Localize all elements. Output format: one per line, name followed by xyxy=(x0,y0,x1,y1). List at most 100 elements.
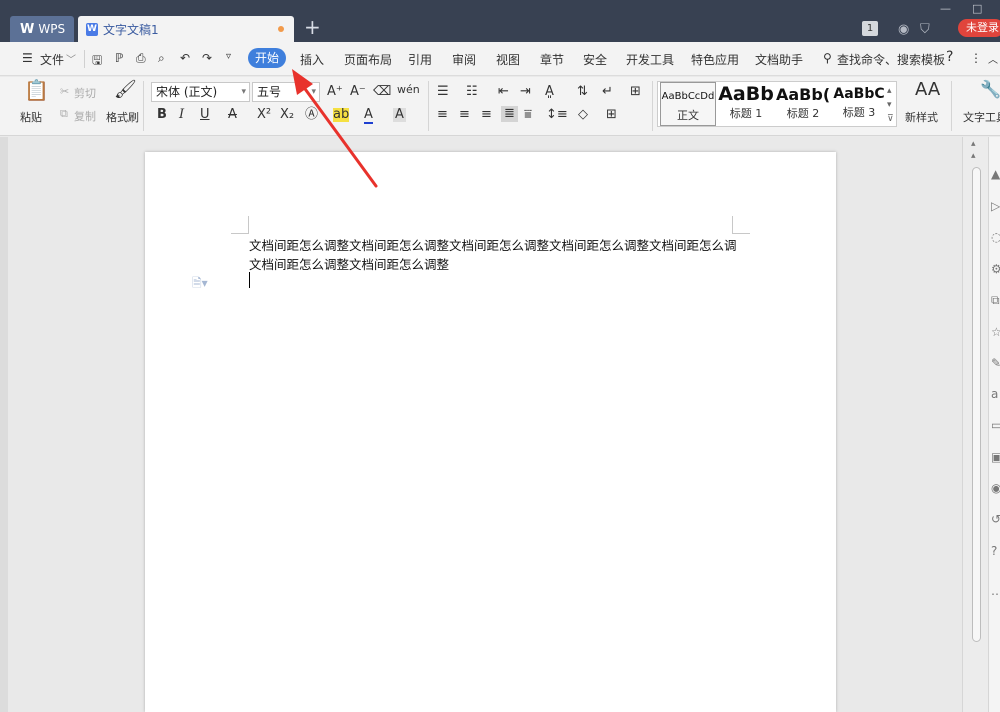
copy-button[interactable]: 复制 xyxy=(74,108,96,124)
pane-star-icon[interactable]: ☆ xyxy=(991,325,1000,339)
redo-icon[interactable]: ↷ xyxy=(202,51,212,65)
tab-references[interactable]: 引用 xyxy=(408,51,432,68)
pane-box-icon[interactable]: ▭ xyxy=(991,418,1000,432)
save-icon[interactable]: 🖫 xyxy=(92,51,102,72)
decrease-indent-icon[interactable]: ⇤ xyxy=(498,85,509,99)
table-borders-icon[interactable]: ⊞ xyxy=(630,85,641,99)
clear-format-icon[interactable]: ⌫ xyxy=(373,85,391,99)
style-heading-2[interactable]: AaBb( 标题 2 xyxy=(776,82,830,126)
new-tab-button[interactable]: + xyxy=(304,17,321,37)
search-command-field[interactable]: 查找命令、搜索模板 xyxy=(837,51,945,68)
gallery-expand-icon[interactable]: ⊽ xyxy=(887,112,894,126)
pane-more-icon[interactable]: ⋯ xyxy=(991,587,1000,601)
align-center-icon[interactable]: ≡ xyxy=(459,108,470,122)
tab-features[interactable]: 特色应用 xyxy=(691,51,739,68)
highlight-icon[interactable]: ab xyxy=(333,108,350,122)
paste-icon[interactable]: 📋 xyxy=(24,80,49,100)
paste-button[interactable]: 粘贴 xyxy=(20,109,42,125)
format-painter-button[interactable]: 格式刷 xyxy=(106,109,139,125)
print-preview-icon[interactable]: ⌕ xyxy=(158,51,165,66)
text-tools-button[interactable]: 文字工具 xyxy=(963,109,1000,125)
quick-access-dropdown-icon[interactable]: ▿ xyxy=(226,51,231,62)
cut-button[interactable]: 剪切 xyxy=(74,85,96,101)
document-page[interactable]: 🗎▾ 文档间距怎么调整文档间距怎么调整文档间距怎么调整文档间距怎么调整文档间距怎… xyxy=(145,152,836,712)
char-shading-icon[interactable]: A xyxy=(393,108,406,122)
sort-icon[interactable]: ⇅ xyxy=(577,85,588,99)
style-heading-1[interactable]: AaBb 标题 1 xyxy=(718,82,774,126)
search-icon[interactable]: ⚲ xyxy=(823,51,832,65)
login-button[interactable]: 未登录 xyxy=(958,19,1000,37)
print-icon[interactable]: ⎙ xyxy=(136,51,146,66)
pane-settings-icon[interactable]: ⚙ xyxy=(991,262,1000,276)
copy-icon[interactable]: ⧉ xyxy=(60,107,68,121)
style-normal[interactable]: AaBbCcDd 正文 xyxy=(660,82,716,126)
paragraph-handle-icon[interactable]: 🗎▾ xyxy=(192,274,208,295)
pinyin-guide-icon[interactable]: wén xyxy=(397,83,420,97)
pane-image-icon[interactable]: ▣ xyxy=(991,450,1000,464)
tab-doc-assistant[interactable]: 文档助手 xyxy=(755,51,803,68)
font-size-dropdown[interactable]: 五号 ▾ xyxy=(252,82,320,102)
text-direction-icon[interactable]: A͈ xyxy=(545,85,554,99)
line-spacing-icon[interactable]: ↕≡ xyxy=(546,108,568,122)
more-options-icon[interactable]: ⋮ xyxy=(970,51,982,65)
tab-security[interactable]: 安全 xyxy=(583,51,607,68)
tab-start[interactable]: 开始 xyxy=(248,48,286,68)
strikethrough-icon[interactable]: A xyxy=(228,108,237,122)
pane-copy-icon[interactable]: ⧉ xyxy=(991,293,1000,308)
output-pdf-icon[interactable]: ℙ xyxy=(115,51,123,65)
superscript-icon[interactable]: X² xyxy=(257,108,271,122)
chevron-down-icon[interactable]: ﹀ xyxy=(66,51,76,66)
wps-home-tab[interactable]: W WPS xyxy=(10,16,74,42)
font-color-icon[interactable]: A xyxy=(364,108,373,124)
pane-help-icon[interactable]: ? xyxy=(991,544,997,558)
new-style-icon[interactable]: AA xyxy=(915,81,940,99)
skin-icon[interactable]: ◉ xyxy=(898,22,909,37)
italic-icon[interactable]: I xyxy=(179,108,184,122)
scrollbar-thumb[interactable] xyxy=(972,167,981,642)
shirt-icon[interactable]: ⛉ xyxy=(920,22,930,37)
vertical-scrollbar[interactable]: ▴ ▴ xyxy=(962,137,988,712)
menu-file[interactable]: 文件 xyxy=(40,51,64,68)
pane-edit-icon[interactable]: ✎ xyxy=(991,356,1000,370)
gallery-scroll-down-icon[interactable]: ▾ xyxy=(887,98,892,112)
tab-review[interactable]: 审阅 xyxy=(452,51,476,68)
grow-font-icon[interactable]: A⁺ xyxy=(327,85,343,99)
borders-icon[interactable]: ⊞ xyxy=(606,108,617,122)
undo-icon[interactable]: ↶ xyxy=(180,51,190,65)
subscript-icon[interactable]: X₂ xyxy=(280,108,294,122)
format-painter-icon[interactable]: 🖌 xyxy=(114,81,137,99)
justify-icon[interactable]: ≣ xyxy=(501,106,518,122)
minimize-button[interactable]: — xyxy=(940,2,951,15)
pane-select-icon[interactable]: ▷ xyxy=(991,199,1000,213)
bullet-list-icon[interactable]: ☰ xyxy=(437,85,449,99)
bold-icon[interactable]: B xyxy=(157,108,167,122)
cut-icon[interactable]: ✂ xyxy=(60,85,69,99)
pane-refresh-icon[interactable]: ↺ xyxy=(991,512,1000,526)
pane-location-icon[interactable]: ◉ xyxy=(991,481,1000,495)
hamburger-menu-icon[interactable]: ☰ xyxy=(22,51,33,65)
pane-text-icon[interactable]: a xyxy=(991,387,998,401)
new-style-button[interactable]: 新样式 xyxy=(905,109,938,125)
window-count-badge[interactable]: 1 xyxy=(862,21,878,36)
tab-devtools[interactable]: 开发工具 xyxy=(626,51,674,68)
align-left-icon[interactable]: ≡ xyxy=(437,108,448,122)
tab-view[interactable]: 视图 xyxy=(496,51,520,68)
distributed-align-icon[interactable]: ⩸ xyxy=(524,108,532,122)
scroll-up-icon[interactable]: ▴ xyxy=(971,139,976,149)
shading-icon[interactable]: ◇ xyxy=(578,108,588,122)
increase-indent-icon[interactable]: ⇥ xyxy=(520,85,531,99)
scroll-top-icon[interactable]: ▴ xyxy=(971,151,976,161)
tab-insert[interactable]: 插入 xyxy=(300,51,324,68)
shrink-font-icon[interactable]: A⁻ xyxy=(350,85,366,99)
document-tab[interactable]: W 文字文稿1 xyxy=(78,16,294,42)
underline-icon[interactable]: U xyxy=(200,108,210,122)
tab-page-layout[interactable]: 页面布局 xyxy=(344,51,392,68)
text-effect-icon[interactable]: Ⓐ xyxy=(305,108,318,122)
pane-shape-icon[interactable]: ◌ xyxy=(991,230,1000,244)
pane-cursor-icon[interactable]: ▲ xyxy=(991,167,1000,181)
maximize-button[interactable]: □ xyxy=(972,2,982,15)
wrench-icon[interactable]: 🔧 xyxy=(980,82,1000,99)
tab-chapter[interactable]: 章节 xyxy=(540,51,564,68)
align-right-icon[interactable]: ≡ xyxy=(481,108,492,122)
style-heading-3[interactable]: AaBbC 标题 3 xyxy=(832,82,886,126)
